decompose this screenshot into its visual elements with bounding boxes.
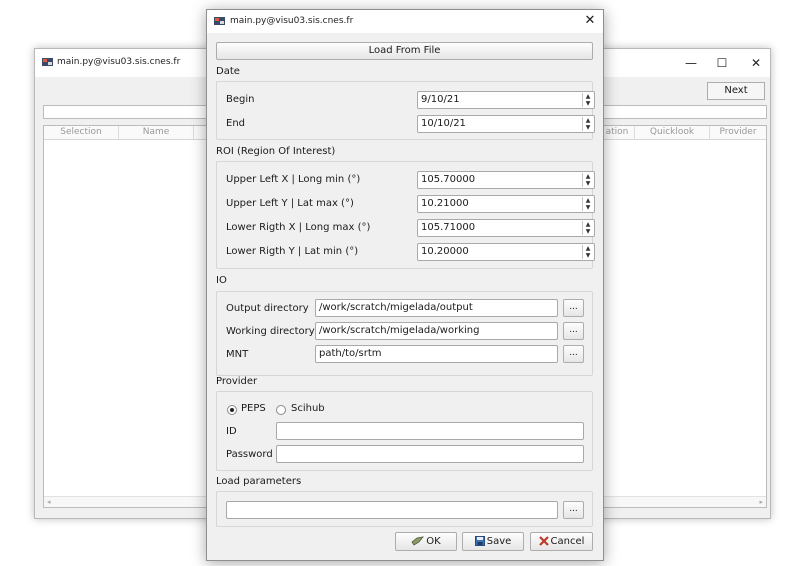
app-icon <box>214 17 225 25</box>
mnt-label: MNT <box>226 349 249 360</box>
load-parameters-section-label: Load parameters <box>216 476 302 487</box>
end-label: End <box>226 118 246 129</box>
working-directory-label: Working directory <box>226 326 315 337</box>
column-header-selection[interactable]: Selection <box>44 126 119 139</box>
spin-arrows-icon[interactable]: ▲ ▼ <box>582 221 593 235</box>
close-icon[interactable]: ✕ <box>579 11 601 31</box>
mnt-input[interactable]: path/to/srtm <box>315 345 558 363</box>
peps-radio[interactable] <box>227 405 237 415</box>
begin-label: Begin <box>226 94 255 105</box>
begin-date-spinbox[interactable]: 9/10/21 ▲ ▼ <box>417 91 595 109</box>
load-from-file-button[interactable]: Load From File <box>216 42 593 60</box>
id-label: ID <box>226 426 237 437</box>
spin-arrows-icon[interactable]: ▲ ▼ <box>582 173 593 187</box>
upper-left-x-value: 105.70000 <box>421 174 476 185</box>
date-group: Begin 9/10/21 ▲ ▼ End 10/10/21 ▲ ▼ <box>216 81 595 140</box>
cancel-button[interactable]: Cancel <box>530 532 593 551</box>
dialog-titlebar[interactable]: main.py@visu03.sis.cnes.fr ✕ <box>207 10 603 33</box>
app-icon <box>42 58 53 66</box>
date-section-label: Date <box>216 66 240 77</box>
password-input[interactable] <box>276 445 584 463</box>
ok-button-label: OK <box>426 536 441 547</box>
output-directory-input[interactable]: /work/scratch/migelada/output <box>315 299 558 317</box>
upper-left-y-spinbox[interactable]: 10.21000 ▲ ▼ <box>417 195 595 213</box>
mnt-browse-button[interactable]: ... <box>563 345 584 363</box>
working-directory-value: /work/scratch/migelada/working <box>319 325 480 336</box>
end-date-value: 10/10/21 <box>421 118 466 129</box>
dialog-title: main.py@visu03.sis.cnes.fr <box>230 16 354 26</box>
save-button[interactable]: Save <box>462 532 524 551</box>
output-directory-label: Output directory <box>226 303 309 314</box>
load-parameters-group: ... <box>216 491 593 527</box>
lower-right-y-value: 10.20000 <box>421 246 469 257</box>
minimize-icon[interactable]: — <box>677 53 705 73</box>
provider-section-label: Provider <box>216 376 258 387</box>
cancel-button-label: Cancel <box>550 536 585 547</box>
lower-right-y-spinbox[interactable]: 10.20000 ▲ ▼ <box>417 243 595 261</box>
background-window-title: main.py@visu03.sis.cnes.fr <box>57 57 181 67</box>
ok-button[interactable]: OK <box>395 532 457 551</box>
peps-radio-label[interactable]: PEPS <box>241 403 266 414</box>
column-header-name[interactable]: Name <box>119 126 194 139</box>
save-button-label: Save <box>486 536 512 547</box>
parameters-dialog: main.py@visu03.sis.cnes.fr ✕ Load From F… <box>206 9 604 561</box>
ok-icon <box>411 536 425 546</box>
column-header-quicklook[interactable]: Quicklook <box>635 126 710 139</box>
spin-arrows-icon[interactable]: ▲ ▼ <box>582 197 593 211</box>
roi-label-lower-right-x: Lower Rigth X | Long max (°) <box>226 222 371 233</box>
column-header-ation[interactable]: ation <box>600 126 635 139</box>
upper-left-x-spinbox[interactable]: 105.70000 ▲ ▼ <box>417 171 595 189</box>
scroll-left-icon[interactable]: ◂ <box>47 497 51 507</box>
scihub-radio-label[interactable]: Scihub <box>291 403 325 414</box>
end-date-spinbox[interactable]: 10/10/21 ▲ ▼ <box>417 115 595 133</box>
roi-label-lower-right-y: Lower Rigth Y | Lat min (°) <box>226 246 359 257</box>
close-icon[interactable]: ✕ <box>742 53 770 73</box>
spin-arrows-icon[interactable]: ▲ ▼ <box>582 245 593 259</box>
upper-left-y-value: 10.21000 <box>421 198 469 209</box>
begin-date-value: 9/10/21 <box>421 94 460 105</box>
roi-group: Upper Left X | Long min (°) 105.70000 ▲ ▼… <box>216 161 595 269</box>
load-parameters-input[interactable] <box>226 501 558 519</box>
output-directory-value: /work/scratch/migelada/output <box>319 302 473 313</box>
password-label: Password <box>226 449 273 460</box>
roi-section-label: ROI (Region Of Interest) <box>216 146 336 157</box>
lower-right-x-value: 105.71000 <box>421 222 476 233</box>
roi-label-upper-left-y: Upper Left Y | Lat max (°) <box>226 198 354 209</box>
output-browse-button[interactable]: ... <box>563 299 584 317</box>
column-header-provider[interactable]: Provider <box>710 126 766 139</box>
spin-arrows-icon[interactable]: ▲ ▼ <box>582 117 593 131</box>
spin-arrows-icon[interactable]: ▲ ▼ <box>582 93 593 107</box>
working-directory-input[interactable]: /work/scratch/migelada/working <box>315 322 558 340</box>
scroll-right-icon[interactable]: ▸ <box>759 497 763 507</box>
floppy-disk-icon <box>474 536 485 546</box>
io-group: Output directory /work/scratch/migelada/… <box>216 291 593 376</box>
roi-label-upper-left-x: Upper Left X | Long min (°) <box>226 174 361 185</box>
id-input[interactable] <box>276 422 584 440</box>
lower-right-x-spinbox[interactable]: 105.71000 ▲ ▼ <box>417 219 595 237</box>
scihub-radio[interactable] <box>276 405 286 415</box>
mnt-value: path/to/srtm <box>319 348 382 359</box>
next-button[interactable]: Next <box>707 82 765 100</box>
working-browse-button[interactable]: ... <box>563 322 584 340</box>
load-parameters-browse-button[interactable]: ... <box>563 501 584 519</box>
cancel-x-icon <box>538 536 549 546</box>
io-section-label: IO <box>216 275 227 286</box>
maximize-icon[interactable]: ☐ <box>708 53 736 73</box>
provider-group: PEPS Scihub ID Password <box>216 391 593 471</box>
